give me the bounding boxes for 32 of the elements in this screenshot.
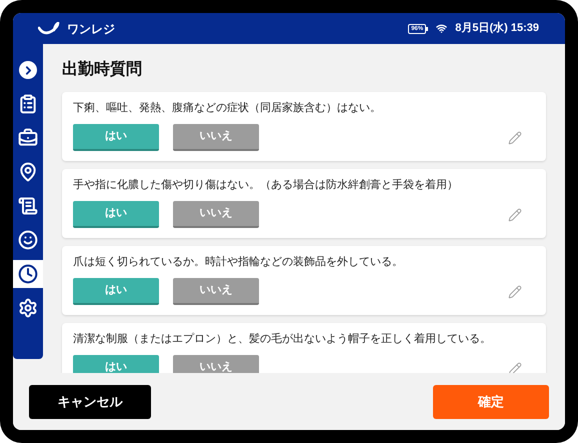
pencil-icon[interactable] xyxy=(508,208,522,222)
chevron-right-icon xyxy=(19,61,37,79)
date-time: 8月5日(水) 15:39 xyxy=(455,20,539,36)
question-text: 下痢、嘔吐、発熱、腹痛などの症状（同居家族含む）はない。 xyxy=(73,100,382,116)
scroll-icon xyxy=(18,196,38,216)
answer-button[interactable]: いいえ xyxy=(173,278,259,305)
wifi-icon xyxy=(436,23,448,34)
sidebar-item[interactable] xyxy=(13,260,43,288)
map-pin-icon xyxy=(18,162,38,182)
clipboard-icon xyxy=(18,94,38,114)
logo-text: ワンレジ xyxy=(67,20,115,38)
pencil-icon[interactable] xyxy=(508,362,522,373)
answer-button[interactable]: はい xyxy=(73,201,159,228)
pencil-icon[interactable] xyxy=(508,284,522,298)
smile-icon xyxy=(18,230,38,250)
question-text: 手や指に化膿した傷や切り傷はない。（ある場合は防水絆創膏と手袋を着用） xyxy=(73,178,459,193)
answer-button[interactable]: はい xyxy=(73,355,159,373)
question-text: 爪は短く切られているか。時計や指輪などの装飾品を外している。 xyxy=(73,254,404,270)
page-title: 出勤時質問 xyxy=(62,59,143,80)
logo-icon xyxy=(38,22,62,36)
answer-button[interactable]: いいえ xyxy=(173,201,259,228)
settings-icon xyxy=(18,298,38,318)
question-text: 清潔な制服（またはエプロン）と、髪の毛が出ないよう帽子を正しく着用している。 xyxy=(73,332,492,347)
clock-icon xyxy=(18,264,38,284)
answer-button[interactable]: はい xyxy=(73,124,159,151)
cancel-button[interactable]: キャンセル xyxy=(29,384,151,418)
confirm-button[interactable]: 確定 xyxy=(433,384,549,418)
pencil-icon[interactable] xyxy=(508,130,522,144)
answer-button[interactable]: いいえ xyxy=(173,355,259,373)
briefcase-icon xyxy=(18,128,38,148)
answer-button[interactable]: いいえ xyxy=(173,124,259,151)
answer-button[interactable]: はい xyxy=(73,278,159,305)
